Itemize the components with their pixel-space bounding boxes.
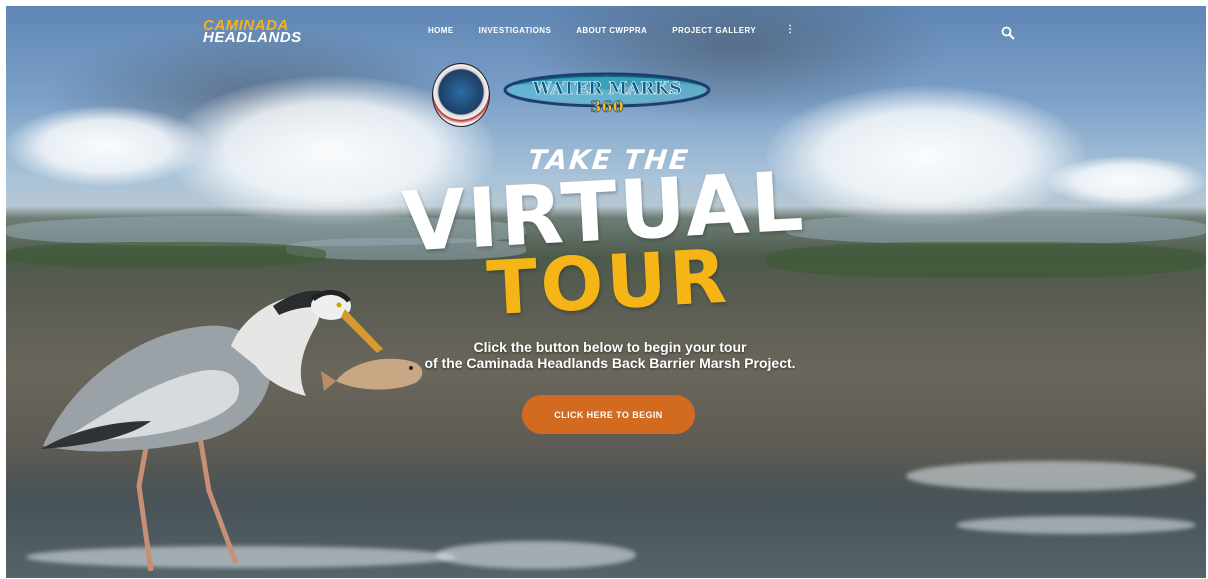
- marsh-strip: [6, 242, 326, 268]
- heron-image: [41, 290, 423, 572]
- foam: [436, 541, 636, 569]
- vertical-dots-icon[interactable]: ⋮: [785, 25, 795, 35]
- watermarks-logo-text: WATER MARKS: [531, 79, 681, 99]
- hero-subtitle: Click the button below to begin your tou…: [380, 339, 840, 371]
- foam: [956, 516, 1196, 534]
- subtitle-line-2: of the Caminada Headlands Back Barrier M…: [424, 355, 796, 371]
- nav-about-cwppra[interactable]: ABOUT CWPPRA: [576, 26, 647, 35]
- hero-line-tour: TOUR: [484, 233, 732, 333]
- watermarks-360-logo: WATER MARKS 360: [503, 72, 711, 114]
- watermarks-logo-number: 360: [590, 97, 623, 114]
- seal-logo: [432, 63, 490, 127]
- main-nav: HOME INVESTIGATIONS ABOUT CWPPRA PROJECT…: [428, 25, 795, 36]
- nav-investigations[interactable]: INVESTIGATIONS: [479, 26, 552, 35]
- logo-line-2: HEADLANDS: [203, 29, 302, 46]
- begin-tour-button[interactable]: CLICK HERE TO BEGIN: [522, 395, 695, 434]
- foam: [906, 461, 1196, 491]
- search-icon[interactable]: [1001, 26, 1015, 40]
- subtitle-line-1: Click the button below to begin your tou…: [473, 339, 747, 355]
- cloud: [6, 106, 206, 186]
- cloud: [1046, 156, 1206, 206]
- cloud: [766, 86, 1086, 226]
- marsh-strip: [766, 242, 1206, 278]
- site-logo[interactable]: CAMINADA HEADLANDS: [203, 18, 302, 46]
- nav-project-gallery[interactable]: PROJECT GALLERY: [672, 26, 756, 35]
- water-channel: [786, 214, 1206, 244]
- nav-home[interactable]: HOME: [428, 26, 454, 35]
